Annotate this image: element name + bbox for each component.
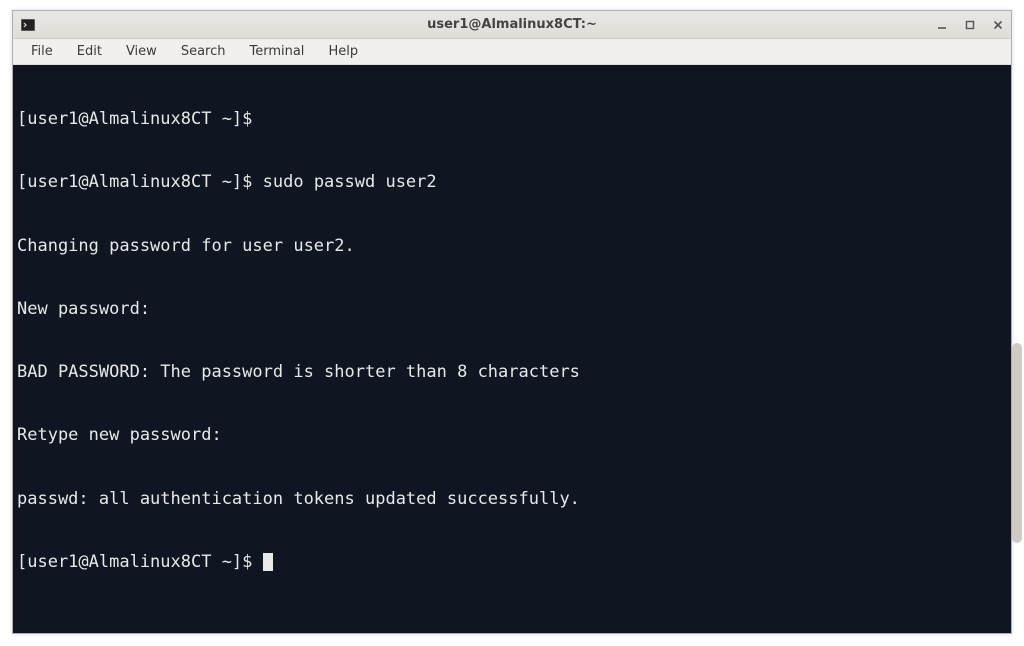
output-text: Changing password for user user2. [17,236,355,256]
output-text: passwd: all authentication tokens update… [17,489,580,509]
terminal-line: BAD PASSWORD: The password is shorter th… [17,362,1007,383]
terminal-line: Changing password for user user2. [17,236,1007,257]
cursor-icon [263,553,273,571]
terminal-line: [user1@Almalinux8CT ~]$ [17,552,1007,573]
prompt: [user1@Almalinux8CT ~]$ [17,109,252,129]
menu-help[interactable]: Help [318,41,368,62]
menu-view[interactable]: View [116,41,167,62]
terminal-line: [user1@Almalinux8CT ~]$ [17,109,1007,130]
command: sudo passwd user2 [252,172,436,192]
titlebar[interactable]: user1@Almalinux8CT:~ [13,11,1011,39]
menu-search[interactable]: Search [171,41,236,62]
terminal-window: user1@Almalinux8CT:~ File Edit View Sear… [12,10,1012,634]
menu-edit[interactable]: Edit [67,41,112,62]
close-button[interactable] [991,18,1005,32]
terminal-line: passwd: all authentication tokens update… [17,489,1007,510]
page-scrollbar[interactable] [1012,343,1022,543]
terminal-line: [user1@Almalinux8CT ~]$ sudo passwd user… [17,172,1007,193]
menu-file[interactable]: File [21,41,63,62]
terminal-line: Retype new password: [17,425,1007,446]
output-text: BAD PASSWORD: The password is shorter th… [17,362,580,382]
prompt: [user1@Almalinux8CT ~]$ [17,172,252,192]
menu-terminal[interactable]: Terminal [239,41,314,62]
menubar: File Edit View Search Terminal Help [13,39,1011,65]
window-controls [935,18,1005,32]
output-text: New password: [17,299,150,319]
maximize-button[interactable] [963,18,977,32]
minimize-button[interactable] [935,18,949,32]
output-text: Retype new password: [17,425,222,445]
window-title: user1@Almalinux8CT:~ [13,17,1011,32]
terminal-output[interactable]: [user1@Almalinux8CT ~]$ [user1@Almalinux… [13,65,1011,633]
terminal-app-icon [19,16,37,34]
prompt: [user1@Almalinux8CT ~]$ [17,552,263,572]
terminal-line: New password: [17,299,1007,320]
